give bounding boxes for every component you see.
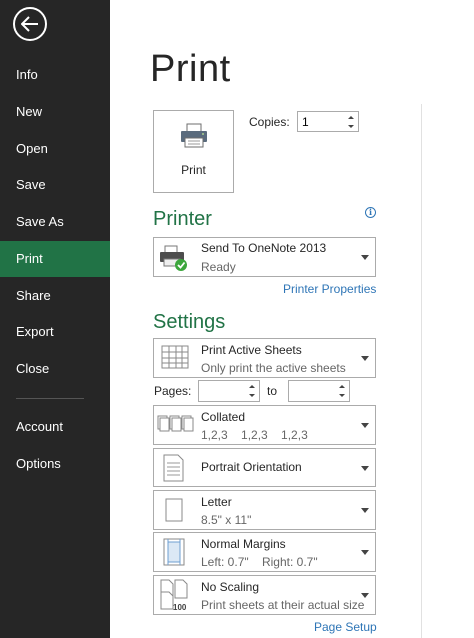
preview-divider	[421, 104, 422, 638]
back-button[interactable]	[13, 7, 47, 41]
print-button[interactable]: Print	[153, 110, 234, 193]
pages-to-input[interactable]	[288, 380, 350, 402]
collation-title: Collated	[201, 410, 246, 424]
nav-item-options[interactable]: Options	[0, 446, 110, 482]
nav-item-share[interactable]: Share	[0, 278, 110, 314]
copies-stepper[interactable]: 1	[297, 111, 359, 132]
scaling-icon: 100	[160, 579, 188, 612]
print-what-title: Print Active Sheets	[201, 343, 302, 357]
printer-dropdown[interactable]: Send To OneNote 2013 Ready	[153, 237, 376, 277]
margins-title: Normal Margins	[201, 537, 286, 551]
pages-label: Pages:	[154, 384, 192, 398]
print-what-dropdown[interactable]: Print Active Sheets Only print the activ…	[153, 338, 376, 378]
collated-icon	[157, 415, 194, 432]
nav-item-new[interactable]: New	[0, 94, 110, 130]
nav-item-print[interactable]: Print	[0, 241, 110, 277]
pages-to-label: to	[267, 384, 278, 398]
margins-dropdown[interactable]: Normal Margins Left: 0.7" Right: 0.7"	[153, 532, 376, 572]
chevron-down-icon	[361, 550, 369, 555]
margins-icon	[163, 538, 185, 566]
nav-item-export[interactable]: Export	[0, 314, 110, 350]
chevron-down-icon	[361, 465, 369, 471]
print-what-subtitle: Only print the active sheets	[201, 361, 346, 375]
collation-subtitle: 1,2,3 1,2,3 1,2,3	[201, 428, 308, 442]
copies-value: 1	[302, 115, 309, 129]
backstage-nav: Info New Open Save Save As Print Share E…	[0, 0, 110, 638]
nav-item-close[interactable]: Close	[0, 351, 110, 387]
chevron-down-icon	[361, 508, 369, 513]
scaling-icon-text: 100	[173, 603, 187, 612]
paper-size-icon	[165, 498, 183, 522]
page-title: Print	[150, 48, 231, 90]
margins-subtitle: Left: 0.7" Right: 0.7"	[201, 555, 318, 569]
scaling-title: No Scaling	[201, 580, 260, 594]
chevron-down-icon	[361, 423, 369, 428]
nav-item-info[interactable]: Info	[0, 57, 110, 93]
spin-down-icon[interactable]	[246, 391, 258, 400]
chevron-down-icon	[361, 255, 369, 260]
spin-up-icon[interactable]	[246, 382, 258, 391]
orientation-dropdown[interactable]: Portrait Orientation	[153, 448, 376, 487]
printer-status: Ready	[201, 260, 236, 274]
paper-size-dropdown[interactable]: Letter 8.5" x 11"	[153, 490, 376, 530]
nav-item-account[interactable]: Account	[0, 409, 110, 445]
printer-name: Send To OneNote 2013	[201, 241, 327, 255]
copies-label: Copies:	[249, 115, 290, 129]
nav-divider	[16, 398, 84, 399]
nav-item-save[interactable]: Save	[0, 167, 110, 203]
portrait-page-icon	[163, 454, 184, 482]
paper-size-title: Letter	[201, 495, 232, 509]
printer-properties-link[interactable]: Printer Properties	[283, 282, 376, 296]
spin-up-icon[interactable]	[336, 382, 348, 391]
chevron-down-icon	[361, 356, 369, 361]
settings-heading: Settings	[153, 311, 226, 333]
orientation-title: Portrait Orientation	[201, 460, 302, 474]
spin-down-icon[interactable]	[336, 391, 348, 400]
printer-ready-icon	[160, 245, 187, 271]
spin-down-icon[interactable]	[345, 122, 357, 131]
spin-up-icon[interactable]	[345, 113, 357, 122]
print-button-label: Print	[181, 163, 206, 177]
paper-size-subtitle: 8.5" x 11"	[201, 513, 252, 527]
scaling-dropdown[interactable]: 100 No Scaling Print sheets at their act…	[153, 575, 376, 615]
pages-from-input[interactable]	[198, 380, 260, 402]
page-setup-link[interactable]: Page Setup	[314, 620, 377, 634]
collation-dropdown[interactable]: Collated 1,2,3 1,2,3 1,2,3	[153, 405, 376, 445]
scaling-subtitle: Print sheets at their actual size	[201, 598, 365, 612]
nav-item-save-as[interactable]: Save As	[0, 204, 110, 240]
active-sheets-icon	[161, 345, 189, 369]
nav-item-open[interactable]: Open	[0, 131, 110, 167]
info-icon[interactable]: i	[365, 207, 376, 218]
back-arrow-icon	[21, 16, 38, 32]
chevron-down-icon	[361, 593, 369, 598]
printer-icon	[181, 123, 207, 148]
printer-heading: Printer	[153, 208, 212, 230]
